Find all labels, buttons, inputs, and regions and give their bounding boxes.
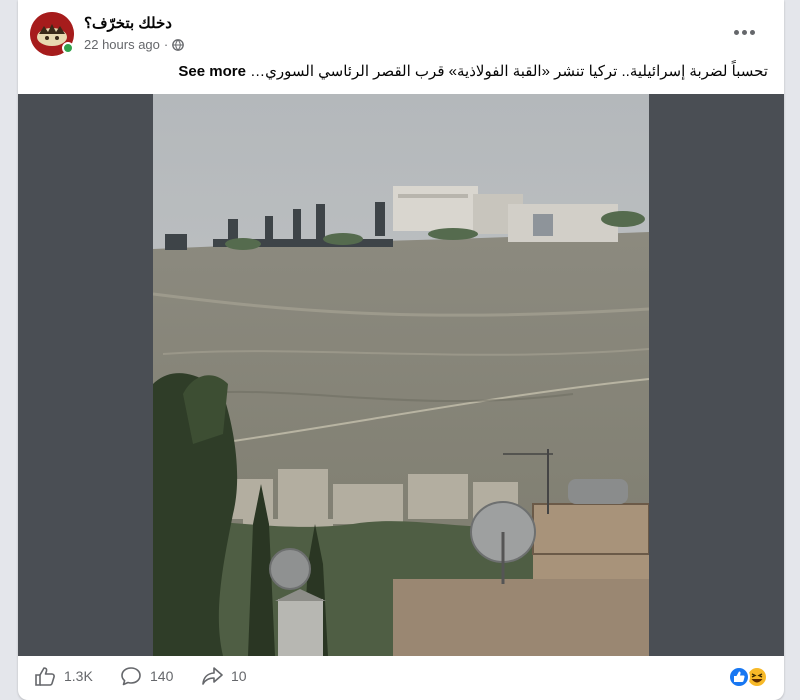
globe-icon	[172, 38, 185, 51]
share-button[interactable]: 10	[201, 666, 247, 686]
like-button[interactable]: 1.3K	[34, 666, 93, 686]
comment-icon	[121, 667, 141, 686]
meta-separator: ·	[163, 37, 169, 52]
post-media[interactable]	[18, 94, 784, 656]
comment-button[interactable]: 140	[120, 666, 173, 686]
likes-count: 1.3K	[64, 668, 93, 684]
more-dot-icon	[749, 29, 755, 35]
post-header: دخلك بتخرّف؟ 22 hours ago ·	[30, 12, 772, 56]
caption-text: تحسباً لضربة إسرائيلية.. تركيا تنشر «الق…	[250, 63, 768, 80]
post-footer: 1.3K 140 10	[18, 656, 784, 700]
page-name[interactable]: دخلك بتخرّف؟	[84, 14, 172, 32]
online-status-dot	[62, 42, 74, 54]
reaction-summary[interactable]	[728, 666, 768, 688]
comments-count: 140	[150, 668, 174, 684]
post-timestamp[interactable]: 22 hours ago	[84, 37, 160, 52]
more-options-button[interactable]	[726, 18, 762, 46]
like-reaction-icon	[728, 666, 750, 688]
post-meta: 22 hours ago ·	[84, 37, 185, 52]
more-dot-icon	[741, 29, 747, 35]
post-card: دخلك بتخرّف؟ 22 hours ago · تحسباً لضربة…	[18, 0, 784, 700]
share-icon	[202, 667, 223, 685]
more-dot-icon	[733, 29, 739, 35]
see-more-link[interactable]: See more	[178, 63, 246, 80]
post-photo[interactable]	[153, 94, 649, 656]
thumbs-up-icon	[35, 667, 55, 686]
post-caption: تحسباً لضربة إسرائيلية.. تركيا تنشر «الق…	[34, 62, 768, 84]
shares-count: 10	[231, 668, 247, 684]
